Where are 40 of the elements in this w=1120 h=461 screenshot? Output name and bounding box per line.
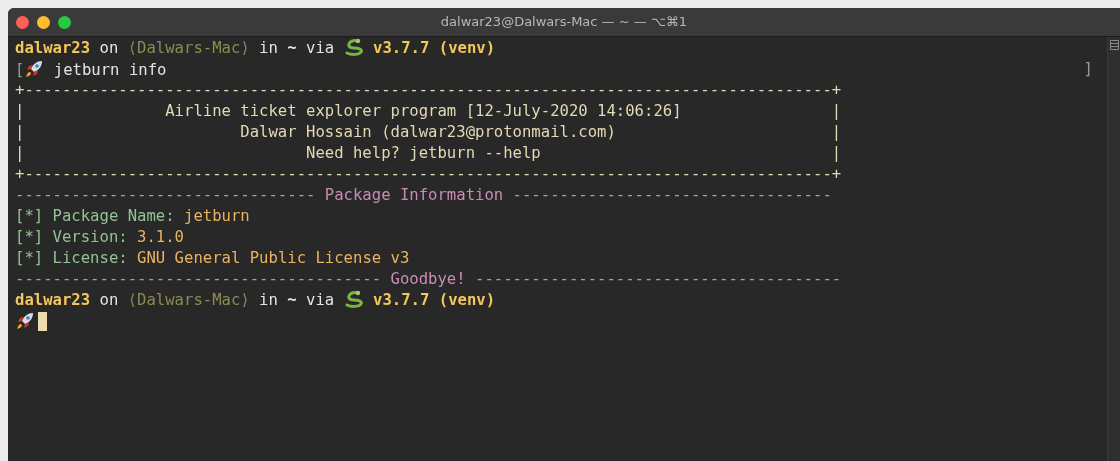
host-name: ⟨Dalwars-Mac⟩ xyxy=(127,39,250,57)
prompt-text: on xyxy=(98,39,120,57)
info-value: 3.1.0 xyxy=(137,228,184,246)
rocket-icon xyxy=(15,310,35,331)
banner-line: | Need help? jetburn --help | xyxy=(15,144,842,162)
section-divider: -------------------------------- Package Information ---------------------------------- xyxy=(15,186,832,204)
menu-lines-icon xyxy=(1109,40,1119,50)
text-cursor xyxy=(38,311,47,331)
snake-icon xyxy=(343,38,364,56)
window-title: dalwar23@Dalwars-Mac — ~ — ⌥⌘1 xyxy=(440,13,688,32)
line-mark: ] xyxy=(1083,59,1094,80)
prompt-text: in xyxy=(258,39,279,57)
user-name: dalwar23 xyxy=(15,39,91,57)
banner-line: +--------------------------------------------------------------------------------------+ xyxy=(15,81,842,99)
prompt-text: jetburn info xyxy=(52,60,167,79)
info-value: GNU General Public License v3 xyxy=(137,249,410,267)
zoom-button[interactable] xyxy=(58,15,71,29)
prompt-text: on xyxy=(98,291,120,309)
banner-line: | Airline ticket explorer program [12-July-2020 14:06:26] | xyxy=(15,102,842,120)
python-version: v3.7.7 (venv) xyxy=(372,291,496,309)
info-label: [*] Package Name: xyxy=(15,207,176,225)
python-version: v3.7.7 (venv) xyxy=(372,39,496,57)
close-button[interactable] xyxy=(16,15,29,29)
info-label: [*] Version: xyxy=(15,228,129,246)
minimize-button[interactable] xyxy=(37,15,50,29)
line-mark: [ xyxy=(15,60,25,79)
banner-line: +--------------------------------------------------------------------------------------+ xyxy=(15,165,842,183)
directory-text: ~ xyxy=(287,39,297,57)
prompt-text: via xyxy=(305,39,336,57)
info-label: [*] License: xyxy=(15,249,129,267)
info-value: jetburn xyxy=(184,207,250,225)
user-name: dalwar23 xyxy=(15,291,91,309)
directory-text: ~ xyxy=(287,291,297,309)
snake-icon xyxy=(343,290,364,308)
host-name: ⟨Dalwars-Mac⟩ xyxy=(127,291,250,309)
rocket-icon xyxy=(24,58,45,79)
banner-line: | Dalwar Hossain (dalwar23@protonmail.com) | xyxy=(15,123,842,141)
prompt-text: in xyxy=(258,291,279,309)
section-divider: --------------------------------------- Goodbye! --------------------------------------- xyxy=(15,270,842,288)
prompt-text: via xyxy=(305,291,336,309)
